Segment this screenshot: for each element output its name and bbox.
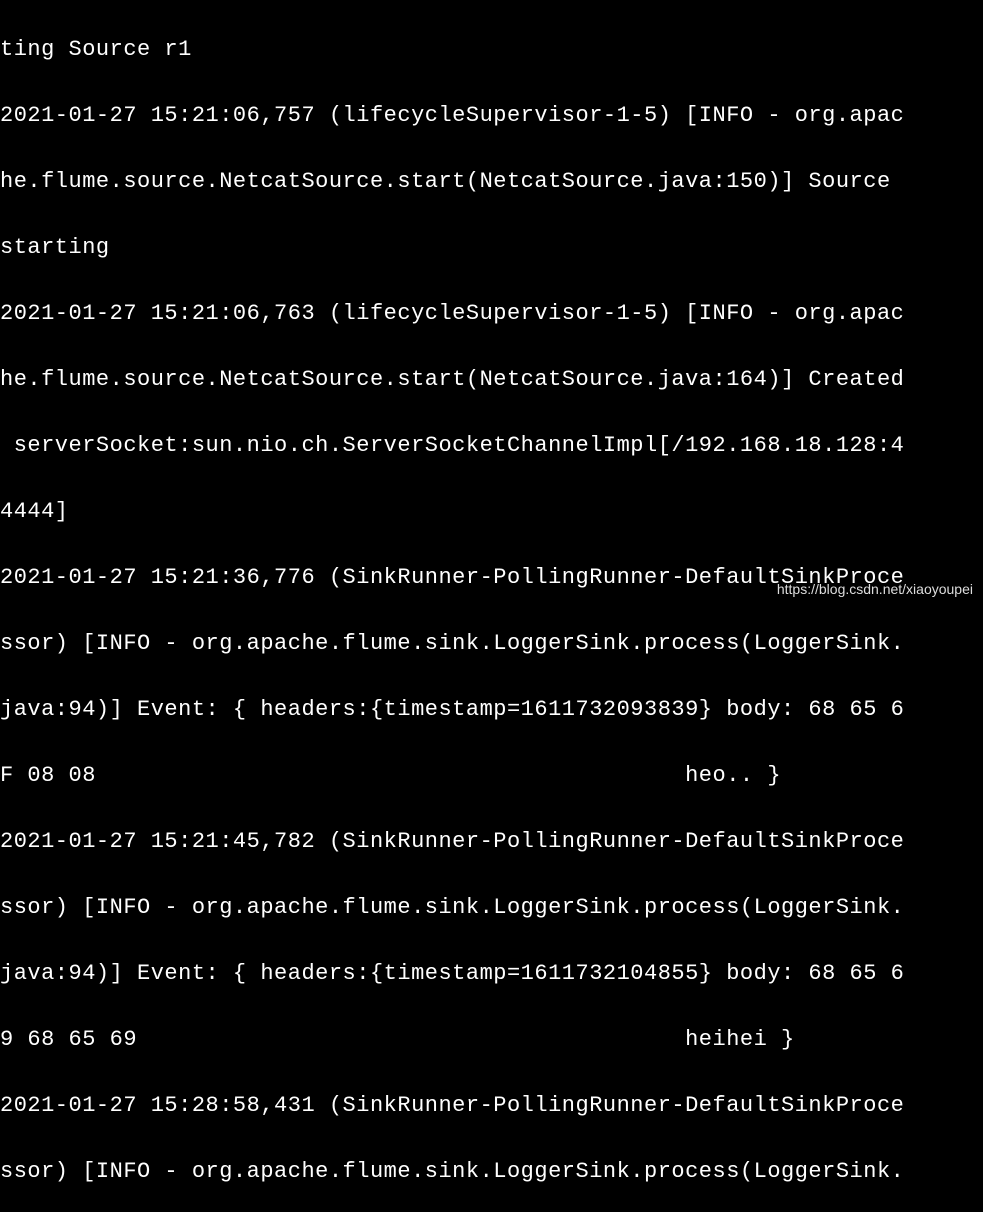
log-line: he.flume.source.NetcatSource.start(Netca… (0, 165, 983, 198)
log-line: 9 68 65 69 heihei } (0, 1023, 983, 1056)
log-line: ssor) [INFO - org.apache.flume.sink.Logg… (0, 627, 983, 660)
log-line: 2021-01-27 15:28:58,431 (SinkRunner-Poll… (0, 1089, 983, 1122)
log-line: F 08 08 heo.. } (0, 759, 983, 792)
terminal-output: ting Source r1 2021-01-27 15:21:06,757 (… (0, 0, 983, 606)
log-line: starting (0, 231, 983, 264)
log-line: 2021-01-27 15:21:06,763 (lifecycleSuperv… (0, 297, 983, 330)
log-line: he.flume.source.NetcatSource.start(Netca… (0, 363, 983, 396)
log-line: ting Source r1 (0, 33, 983, 66)
log-line: 2021-01-27 15:21:45,782 (SinkRunner-Poll… (0, 825, 983, 858)
log-line: ssor) [INFO - org.apache.flume.sink.Logg… (0, 891, 983, 924)
log-line: 4444] (0, 495, 983, 528)
log-line: java:94)] Event: { headers:{timestamp=16… (0, 957, 983, 990)
log-line: serverSocket:sun.nio.ch.ServerSocketChan… (0, 429, 983, 462)
watermark-text: https://blog.csdn.net/xiaoyoupei (777, 579, 973, 600)
log-line: ssor) [INFO - org.apache.flume.sink.Logg… (0, 1155, 983, 1188)
log-line: 2021-01-27 15:21:06,757 (lifecycleSuperv… (0, 99, 983, 132)
log-line: java:94)] Event: { headers:{timestamp=16… (0, 693, 983, 726)
